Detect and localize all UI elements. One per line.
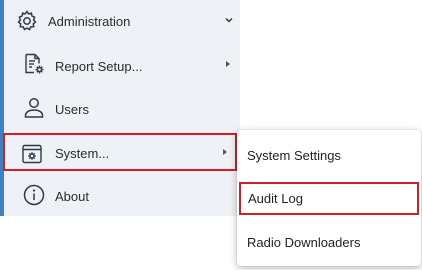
report-settings-icon: [22, 52, 46, 76]
submenu-item-audit-log[interactable]: Audit Log: [239, 182, 419, 215]
info-icon: [22, 183, 46, 207]
menu-item-about[interactable]: About: [4, 174, 240, 216]
submenu-item-label: Radio Downloaders: [247, 235, 361, 250]
menu-item-users[interactable]: Users: [4, 86, 240, 129]
user-icon: [22, 95, 46, 119]
submenu-item-label: Audit Log: [248, 191, 303, 206]
gear-icon: [14, 8, 40, 34]
chevron-down-icon: [224, 15, 234, 25]
menu-item-report-setup[interactable]: Report Setup...: [4, 43, 240, 86]
caret-right-icon: [221, 148, 229, 156]
menu-item-label: About: [55, 189, 89, 204]
submenu-item-radio-downloaders[interactable]: Radio Downloaders: [237, 223, 421, 263]
page: Administration Report Setup... Users Sys…: [0, 0, 422, 270]
menu-item-label: Users: [55, 102, 89, 117]
submenu-item-label: System Settings: [247, 148, 341, 163]
system-submenu: System Settings Audit Log Radio Download…: [237, 130, 421, 266]
sidebar-menu: Administration Report Setup... Users Sys…: [0, 0, 240, 216]
menu-item-label: Report Setup...: [55, 59, 143, 74]
submenu-item-system-settings[interactable]: System Settings: [237, 136, 421, 176]
system-window-gear-icon: [20, 142, 44, 166]
menu-item-label: System...: [55, 146, 110, 161]
caret-right-icon: [224, 60, 232, 68]
menu-item-administration[interactable]: Administration: [4, 0, 240, 43]
menu-item-label: Administration: [48, 14, 131, 29]
menu-item-system[interactable]: System...: [3, 133, 237, 171]
